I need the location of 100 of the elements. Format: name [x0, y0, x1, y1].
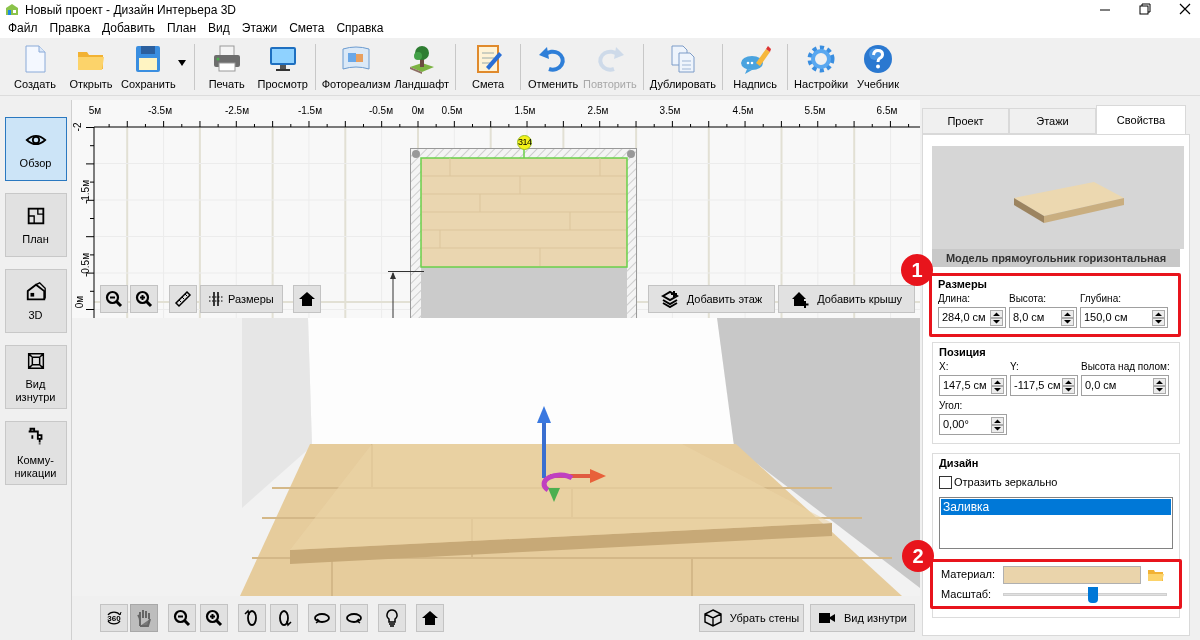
- number-field[interactable]: 284,0 см: [938, 307, 1006, 328]
- grid-cross-icon: [209, 292, 223, 306]
- number-field[interactable]: 0,00°: [939, 414, 1007, 435]
- spin-arrows-icon: [1153, 377, 1166, 394]
- menu-item[interactable]: Файл: [2, 19, 44, 38]
- view-tool-button[interactable]: [168, 604, 196, 632]
- toolbar-button[interactable]: Настройки: [792, 40, 851, 93]
- field-label: Масштаб:: [941, 587, 993, 603]
- toolbar-button[interactable]: Фотореализм: [319, 40, 393, 93]
- slider-thumb[interactable]: [1088, 586, 1099, 603]
- cube-icon: [703, 609, 722, 627]
- icon-button[interactable]: [100, 285, 128, 313]
- toolbar-button[interactable]: Открыть: [63, 40, 119, 93]
- toolbar-button[interactable]: Сохранить: [119, 40, 178, 93]
- sidebar-button[interactable]: Обзор: [4, 117, 67, 181]
- menu-item[interactable]: Вид: [202, 19, 236, 38]
- view-tool-button[interactable]: 360: [100, 604, 128, 632]
- toolbar-button[interactable]: Просмотр: [254, 40, 311, 93]
- view-tool-button[interactable]: [378, 604, 406, 632]
- menu-item[interactable]: Правка: [43, 19, 97, 38]
- field-label: X:: [939, 360, 949, 374]
- group-title: Позиция: [939, 345, 987, 359]
- number-field[interactable]: 8,0 см: [1009, 307, 1077, 328]
- ruler-label: 0.5м: [441, 105, 463, 117]
- action-button[interactable]: Вид изнутри: [810, 604, 915, 632]
- menu-item[interactable]: Справка: [330, 19, 390, 38]
- toolbar-button[interactable]: Смета: [460, 40, 517, 93]
- house-icon: [24, 280, 47, 303]
- ruler-label: -3.5м: [147, 105, 173, 117]
- field-label: Глубина:: [1080, 292, 1121, 306]
- home-icon: [297, 290, 316, 308]
- dimensions-button[interactable]: Размеры: [200, 285, 283, 313]
- slider-track[interactable]: [1003, 586, 1167, 603]
- ruler-label: -0.5м: [80, 252, 93, 278]
- view-tool-button[interactable]: [238, 604, 266, 632]
- zoom-in-icon: [205, 609, 223, 627]
- action-button[interactable]: Добавить этаж: [647, 285, 776, 313]
- spin-arrows-icon: [991, 416, 1004, 433]
- sidebar-button[interactable]: 3D: [4, 269, 67, 333]
- field-label: Высота над полом:: [1081, 360, 1170, 374]
- layers-add-icon: [660, 290, 679, 308]
- sidebar-button[interactable]: Комму- никации: [4, 421, 67, 485]
- number-field[interactable]: 147,5 см: [939, 375, 1007, 396]
- view-tool-button[interactable]: [340, 604, 368, 632]
- ruler-label: 5.5м: [804, 105, 826, 117]
- icon-button[interactable]: [130, 285, 158, 313]
- material-swatch[interactable]: [1003, 565, 1141, 584]
- ruler-label: -1.5м: [297, 105, 323, 117]
- view-tool-button[interactable]: [416, 604, 444, 632]
- toolbar-button[interactable]: Ландшафт: [392, 40, 452, 93]
- view-tool-button[interactable]: [200, 604, 228, 632]
- view-tool-button[interactable]: [270, 604, 298, 632]
- zoom-in-icon: [135, 290, 153, 308]
- toolbar-button[interactable]: Отменить: [525, 40, 582, 93]
- number-field[interactable]: 150,0 см: [1080, 307, 1168, 328]
- sidebar-button[interactable]: План: [4, 193, 67, 257]
- toolbar-button[interactable]: Надпись: [727, 40, 784, 93]
- checkbox[interactable]: [939, 475, 952, 489]
- list-box[interactable]: Заливка: [939, 496, 1173, 549]
- menu-item[interactable]: План: [161, 19, 203, 38]
- tab[interactable]: Этажи: [1009, 108, 1096, 134]
- light-bulb-icon: [383, 609, 401, 627]
- icon-button[interactable]: [292, 285, 321, 313]
- toolbar-button[interactable]: Печать: [198, 40, 255, 93]
- ruler-label: 6.5м: [876, 105, 898, 117]
- menu-item[interactable]: Добавить: [96, 19, 162, 38]
- toolbar-button[interactable]: Создать: [7, 40, 63, 93]
- field-label: Угол:: [939, 399, 963, 413]
- tab[interactable]: Проект: [922, 108, 1009, 134]
- group-title: Размеры: [938, 277, 988, 291]
- view-tool-button[interactable]: [308, 604, 336, 632]
- home-icon: [421, 609, 439, 627]
- preview-caption: Модель прямоугольник горизонтальная: [932, 249, 1180, 267]
- window-title: Новый проект - Дизайн Интерьера 3D: [25, 1, 237, 19]
- checkbox-label[interactable]: Отразить зеркально: [954, 474, 1058, 491]
- number-field[interactable]: 0,0 см: [1081, 375, 1169, 396]
- icon-button[interactable]: [169, 285, 197, 313]
- sidebar-button[interactable]: Вид изнутри: [4, 345, 67, 409]
- tab[interactable]: Свойства: [1096, 105, 1186, 134]
- dimension-marker[interactable]: 314: [517, 135, 532, 150]
- ruler-label: -2.5м: [224, 105, 250, 117]
- ruler-label: -0.5м: [368, 105, 394, 117]
- number-field[interactable]: -117,5 см: [1010, 375, 1078, 396]
- ruler-label: 0м: [74, 295, 87, 309]
- ruler-label: -2: [72, 122, 85, 132]
- annotation-badge: 1: [901, 254, 933, 286]
- list-item[interactable]: Заливка: [941, 498, 1171, 515]
- ruler-label: 2.5м: [587, 105, 609, 117]
- action-button[interactable]: Добавить крышу: [778, 285, 915, 313]
- close-icon[interactable]: [1178, 2, 1192, 16]
- caret-icon[interactable]: [177, 59, 186, 66]
- restore-icon[interactable]: [1138, 2, 1152, 16]
- zoom-out-icon: [105, 290, 123, 308]
- menu-item[interactable]: Этажи: [235, 19, 284, 38]
- menu-item[interactable]: Смета: [283, 19, 331, 38]
- toolbar-button[interactable]: Дублировать: [647, 40, 719, 93]
- toolbar-button[interactable]: Учебник: [850, 40, 907, 93]
- field-label: Длина:: [938, 292, 971, 306]
- action-button[interactable]: Убрать стены: [699, 604, 804, 632]
- spin-arrows-icon: [1152, 309, 1165, 326]
